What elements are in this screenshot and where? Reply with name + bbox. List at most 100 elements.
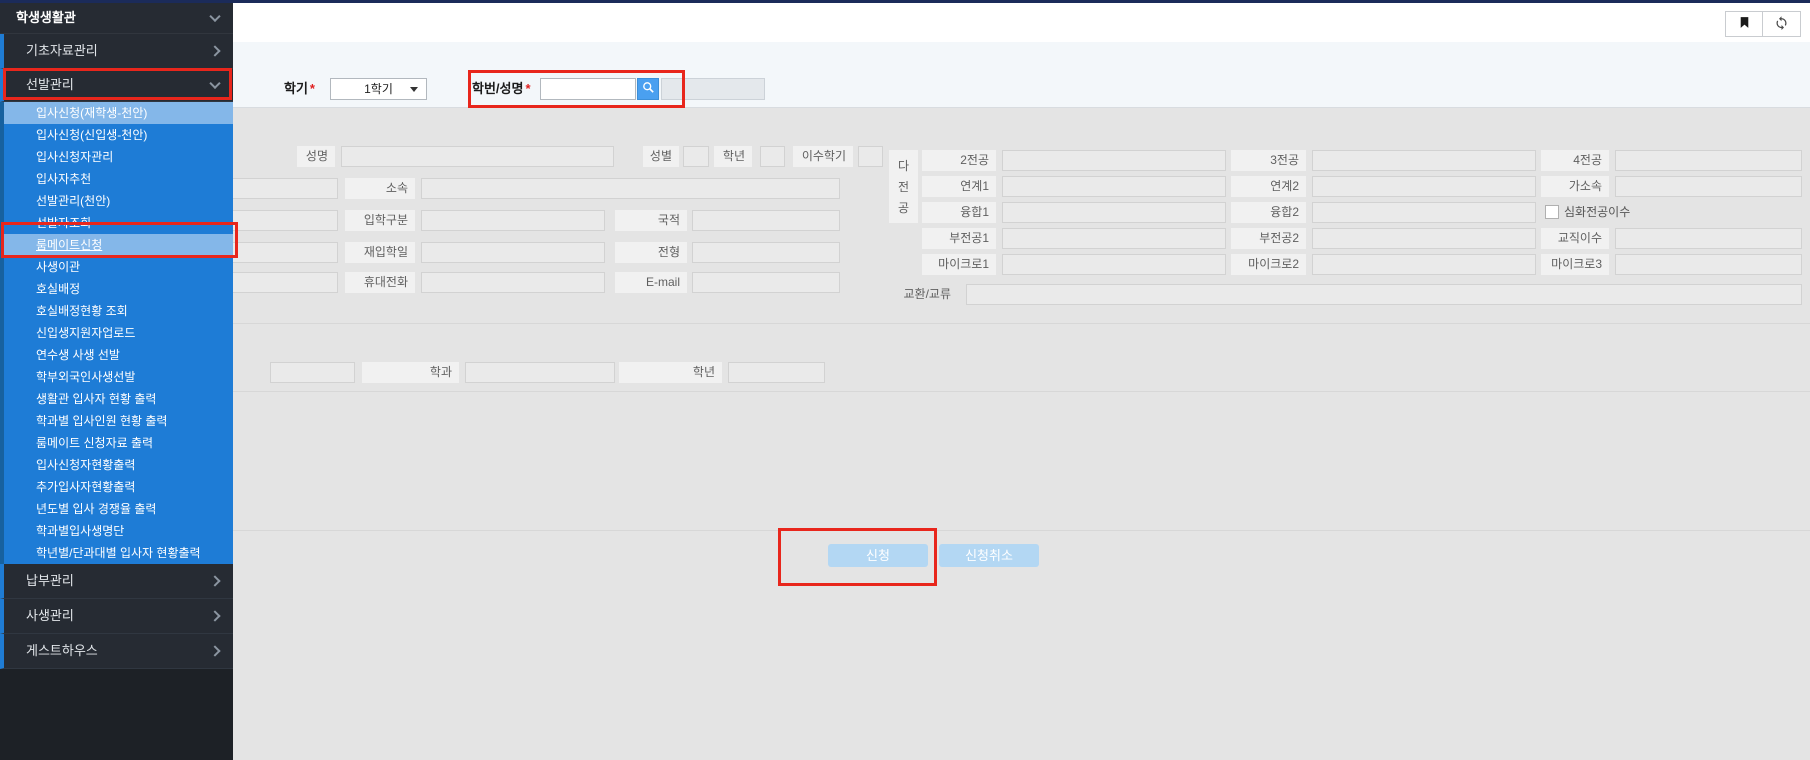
sidebar-group-payment-mgmt[interactable]: 납부관리 <box>0 564 233 599</box>
sidebar-item-roommate-report[interactable]: 룸메이트 신청자료 출력 <box>4 432 233 454</box>
mobile-label: 휴대전화 <box>345 272 415 293</box>
department-input[interactable] <box>465 362 615 383</box>
sidebar-title[interactable]: 학생생활관 <box>0 3 233 34</box>
name-input[interactable] <box>341 146 614 167</box>
refresh-button[interactable] <box>1763 11 1801 37</box>
sidebar-item-resident-recommend[interactable]: 입사자추천 <box>4 168 233 190</box>
gender-input[interactable] <box>683 146 709 167</box>
search-button[interactable] <box>637 78 659 100</box>
readmission-date-input[interactable] <box>421 242 605 263</box>
fusion1-input[interactable] <box>1002 202 1226 223</box>
micro3-label: 마이크로3 <box>1541 254 1609 275</box>
major2-input[interactable] <box>1002 150 1226 171</box>
grade2-label: 학년 <box>619 362 722 383</box>
apply-button[interactable]: 신청 <box>828 544 928 567</box>
sidebar-group-basic-data[interactable]: 기초자료관리 <box>0 34 233 69</box>
micro2-label: 마이크로2 <box>1231 254 1306 275</box>
sidebar-item-roommate-request[interactable]: 룸메이트신청 <box>4 234 233 256</box>
mobile-input[interactable] <box>421 272 605 293</box>
top-accent-strip <box>0 0 1810 3</box>
department-label: 학과 <box>362 362 459 383</box>
required-asterisk: * <box>310 81 315 96</box>
nationality-input[interactable] <box>692 210 840 231</box>
sidebar-item-room-assignment[interactable]: 호실배정 <box>4 278 233 300</box>
grade-input[interactable] <box>760 146 785 167</box>
sidebar-item-applicant-status-report[interactable]: 입사신청자현황출력 <box>4 454 233 476</box>
sidebar-item-entry-apply-current[interactable]: 입사신청(재학생-천안) <box>4 102 233 124</box>
name-label: 성명 <box>297 146 335 167</box>
bookmark-button[interactable] <box>1725 11 1763 37</box>
sub-affiliation-input[interactable] <box>1615 176 1802 197</box>
sidebar-item-freshman-upload[interactable]: 신입생지원자업로드 <box>4 322 233 344</box>
roommate-student-id-input[interactable] <box>270 362 355 383</box>
sidebar-item-resident-transfer[interactable]: 사생이관 <box>4 256 233 278</box>
filter-bar <box>233 42 1810 108</box>
sidebar-item-trainee-selection[interactable]: 연수생 사생 선발 <box>4 344 233 366</box>
sidebar-group-label: 기초자료관리 <box>26 43 98 58</box>
semester-select[interactable]: 1학기 <box>330 78 427 100</box>
minor1-input[interactable] <box>1002 228 1226 249</box>
readmission-date-label: 재입학일 <box>345 242 415 263</box>
page: 학기* 1학기 학번/성명* 성명 성별 학년 이수학기 소속 입학구분 국적 … <box>0 0 1810 760</box>
sidebar-item-dorm-resident-report[interactable]: 생활관 입사자 현황 출력 <box>4 388 233 410</box>
affiliation-input[interactable] <box>421 178 840 199</box>
micro1-input[interactable] <box>1002 254 1226 275</box>
header-icon-buttons <box>1725 11 1801 37</box>
sidebar-item-foreign-undergrad-selection[interactable]: 학부외국인사생선발 <box>4 366 233 388</box>
sidebar-item-applicant-mgmt[interactable]: 입사신청자관리 <box>4 146 233 168</box>
minor2-label: 부전공2 <box>1231 228 1306 249</box>
sidebar-item-yearly-competition-report[interactable]: 년도별 입사 경쟁율 출력 <box>4 498 233 520</box>
sidebar-item-entry-apply-freshman[interactable]: 입사신청(신입생-천안) <box>4 124 233 146</box>
chevron-right-icon <box>209 610 220 621</box>
sidebar: 학생생활관 기초자료관리 선발관리 입사신청(재학생-천안) 입사신청(신입생-… <box>0 3 233 760</box>
admission-type-label: 입학구분 <box>345 210 415 231</box>
micro3-input[interactable] <box>1615 254 1802 275</box>
sidebar-item-dept-resident-report[interactable]: 학과별 입사인원 현황 출력 <box>4 410 233 432</box>
chevron-right-icon <box>209 45 220 56</box>
sidebar-item-room-assignment-status[interactable]: 호실배정현황 조회 <box>4 300 233 322</box>
completed-terms-input[interactable] <box>858 146 883 167</box>
student-id-name-input[interactable] <box>540 78 636 100</box>
cancel-apply-button[interactable]: 신청취소 <box>939 544 1039 567</box>
divider <box>233 323 1810 324</box>
nationality-label: 국적 <box>615 210 687 231</box>
sub-affiliation-label: 가소속 <box>1541 176 1609 197</box>
sidebar-item-selectee-inquiry[interactable]: 선발자조회 <box>4 212 233 234</box>
major4-input[interactable] <box>1615 150 1802 171</box>
sidebar-group-label: 선발관리 <box>26 77 74 92</box>
exchange-input[interactable] <box>966 284 1802 305</box>
screening-input[interactable] <box>692 242 840 263</box>
linked1-input[interactable] <box>1002 176 1226 197</box>
teaching-cert-input[interactable] <box>1615 228 1802 249</box>
sidebar-group-selection-mgmt[interactable]: 선발관리 <box>0 69 233 102</box>
minor2-input[interactable] <box>1312 228 1536 249</box>
micro2-input[interactable] <box>1312 254 1536 275</box>
sidebar-group-label: 게스트하우스 <box>26 643 98 658</box>
sidebar-item-dept-resident-list[interactable]: 학과별입사생명단 <box>4 520 233 542</box>
major2-label: 2전공 <box>922 150 996 171</box>
chevron-down-icon <box>209 11 220 22</box>
divider <box>233 391 1810 392</box>
sidebar-group-guesthouse[interactable]: 게스트하우스 <box>0 634 233 669</box>
linked2-input[interactable] <box>1312 176 1536 197</box>
header-bar <box>233 3 1810 42</box>
sidebar-item-selection-mgmt-cheonan[interactable]: 선발관리(천안) <box>4 190 233 212</box>
linked1-label: 연계1 <box>922 176 996 197</box>
grade2-input[interactable] <box>728 362 825 383</box>
gender-label: 성별 <box>643 146 679 167</box>
grade-label: 학년 <box>714 146 752 167</box>
screening-label: 전형 <box>615 242 687 263</box>
exchange-label: 교환/교류 <box>885 284 958 305</box>
sidebar-item-additional-resident-report[interactable]: 추가입사자현황출력 <box>4 476 233 498</box>
email-input[interactable] <box>692 272 840 293</box>
fusion2-input[interactable] <box>1312 202 1536 223</box>
minor1-label: 부전공1 <box>922 228 996 249</box>
affiliation-label: 소속 <box>345 178 415 199</box>
admission-type-input[interactable] <box>421 210 605 231</box>
major3-input[interactable] <box>1312 150 1536 171</box>
intensive-major-label: 심화전공이수 <box>1564 202 1630 223</box>
chevron-right-icon <box>209 575 220 586</box>
sidebar-item-grade-college-resident-report[interactable]: 학년별/단과대별 입사자 현황출력 <box>4 542 233 564</box>
intensive-major-checkbox[interactable] <box>1545 205 1559 219</box>
sidebar-group-resident-mgmt[interactable]: 사생관리 <box>0 599 233 634</box>
